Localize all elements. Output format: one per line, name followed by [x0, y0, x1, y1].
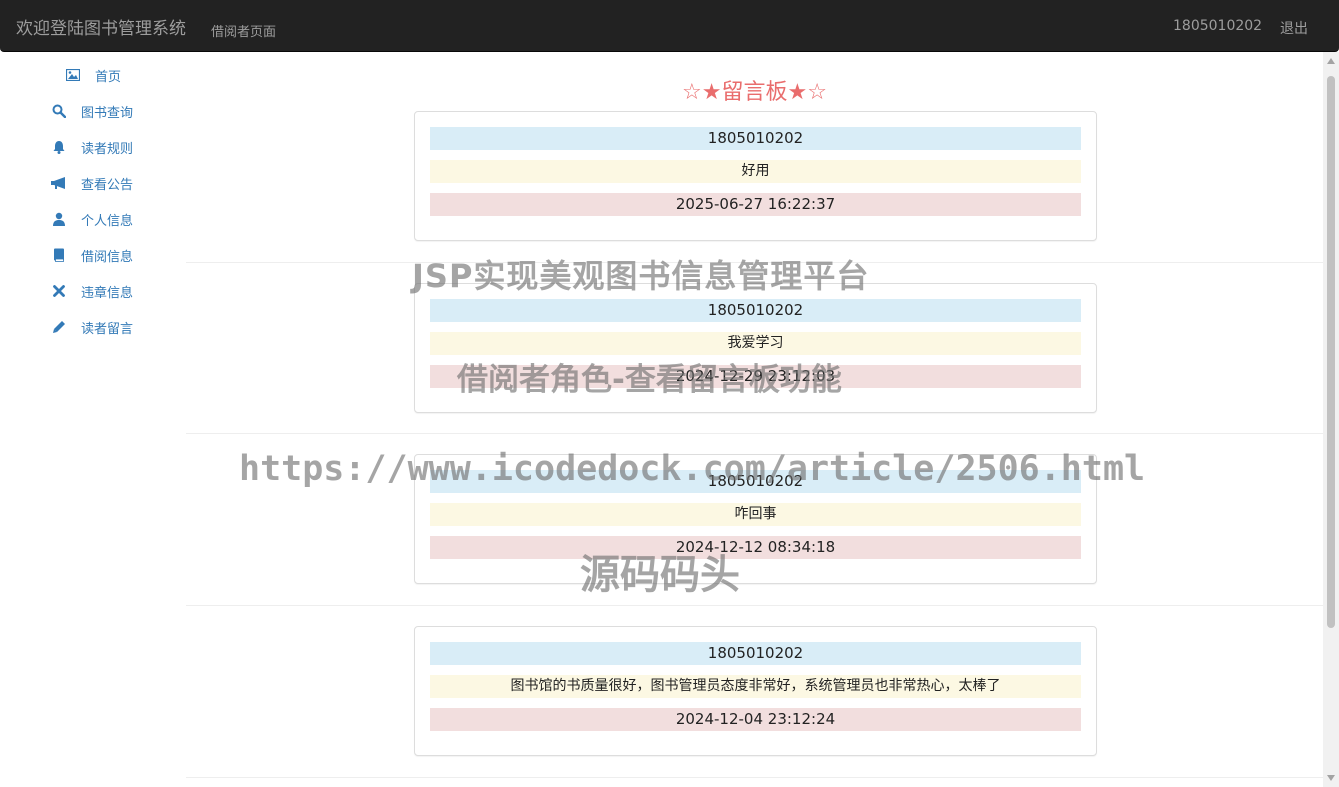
watermark-url: https://www.icodedock.com/article/2506.h… — [239, 449, 1146, 489]
sidebar-item-announcements[interactable]: 查看公告 — [51, 172, 133, 194]
message-card: 1805010202 图书馆的书质量很好，图书管理员态度非常好，系统管理员也非常… — [414, 626, 1097, 756]
sidebar-item-label: 个人信息 — [81, 213, 134, 229]
sidebar-item-label: 违章信息 — [81, 285, 134, 301]
message-user: 1805010202 — [430, 299, 1081, 322]
page-title: ☆★留言板★☆ — [682, 80, 827, 105]
sidebar: 首页 图书查询 读者规则 查看公告 个人信息 借阅信息 违章信息 读者留言 — [0, 52, 186, 787]
message-time: 2024-12-12 08:34:18 — [430, 536, 1081, 559]
user-icon — [51, 211, 67, 227]
sidebar-item-reader-rules[interactable]: 读者规则 — [51, 136, 133, 158]
sidebar-item-reader-messages[interactable]: 读者留言 — [51, 316, 133, 338]
message-content: 我爱学习 — [430, 332, 1081, 355]
brand-title[interactable]: 欢迎登陆图书管理系统 — [16, 14, 186, 39]
page-subtitle: 借阅者页面 — [211, 25, 277, 40]
pencil-icon — [51, 319, 67, 335]
message-time: 2025-06-27 16:22:37 — [430, 193, 1081, 216]
sidebar-item-label: 查看公告 — [81, 177, 134, 193]
top-navbar: 欢迎登陆图书管理系统 借阅者页面 1805010202 退出 — [0, 0, 1339, 52]
page-scrollbar[interactable] — [1323, 52, 1339, 787]
message-user: 1805010202 — [430, 642, 1081, 665]
watermark-brand: 源码码头 — [580, 552, 740, 598]
message-board: ☆★留言板★☆ 1805010202 好用 2025-06-27 16:22:3… — [186, 52, 1323, 787]
bell-icon — [51, 139, 67, 155]
watermark-subtitle: 借阅者角色-查看留言板功能 — [457, 362, 842, 398]
sidebar-item-book-search[interactable]: 图书查询 — [51, 100, 133, 122]
sidebar-item-violations[interactable]: 违章信息 — [51, 280, 133, 302]
message-content: 图书馆的书质量很好，图书管理员态度非常好，系统管理员也非常热心，太棒了 — [430, 675, 1081, 698]
divider — [186, 605, 1323, 606]
sidebar-item-borrow-info[interactable]: 借阅信息 — [51, 244, 133, 266]
message-user: 1805010202 — [430, 127, 1081, 150]
message-content: 好用 — [430, 160, 1081, 183]
scroll-down-arrow-icon[interactable] — [1327, 775, 1335, 781]
scroll-up-arrow-icon[interactable] — [1327, 58, 1335, 64]
watermark-title: JSP实现美观图书信息管理平台 — [412, 257, 870, 295]
message-content: 咋回事 — [430, 503, 1081, 526]
book-icon — [51, 247, 67, 263]
search-icon — [51, 103, 67, 119]
bullhorn-icon — [51, 175, 67, 191]
sidebar-item-label: 借阅信息 — [81, 249, 134, 265]
logout-link[interactable]: 退出 — [1280, 18, 1308, 38]
sidebar-item-profile[interactable]: 个人信息 — [51, 208, 133, 230]
sidebar-item-label: 读者留言 — [81, 321, 134, 337]
divider — [186, 777, 1323, 778]
divider — [186, 433, 1323, 434]
scroll-thumb[interactable] — [1327, 76, 1335, 628]
sidebar-item-label: 读者规则 — [81, 141, 134, 157]
message-time: 2024-12-04 23:12:24 — [430, 708, 1081, 731]
picture-icon — [65, 67, 81, 83]
current-user-link[interactable]: 1805010202 — [1173, 18, 1262, 34]
sidebar-item-home[interactable]: 首页 — [65, 64, 121, 86]
message-card: 1805010202 好用 2025-06-27 16:22:37 — [414, 111, 1097, 241]
remove-icon — [51, 283, 67, 299]
sidebar-item-label: 首页 — [95, 69, 122, 85]
sidebar-item-label: 图书查询 — [81, 105, 134, 121]
